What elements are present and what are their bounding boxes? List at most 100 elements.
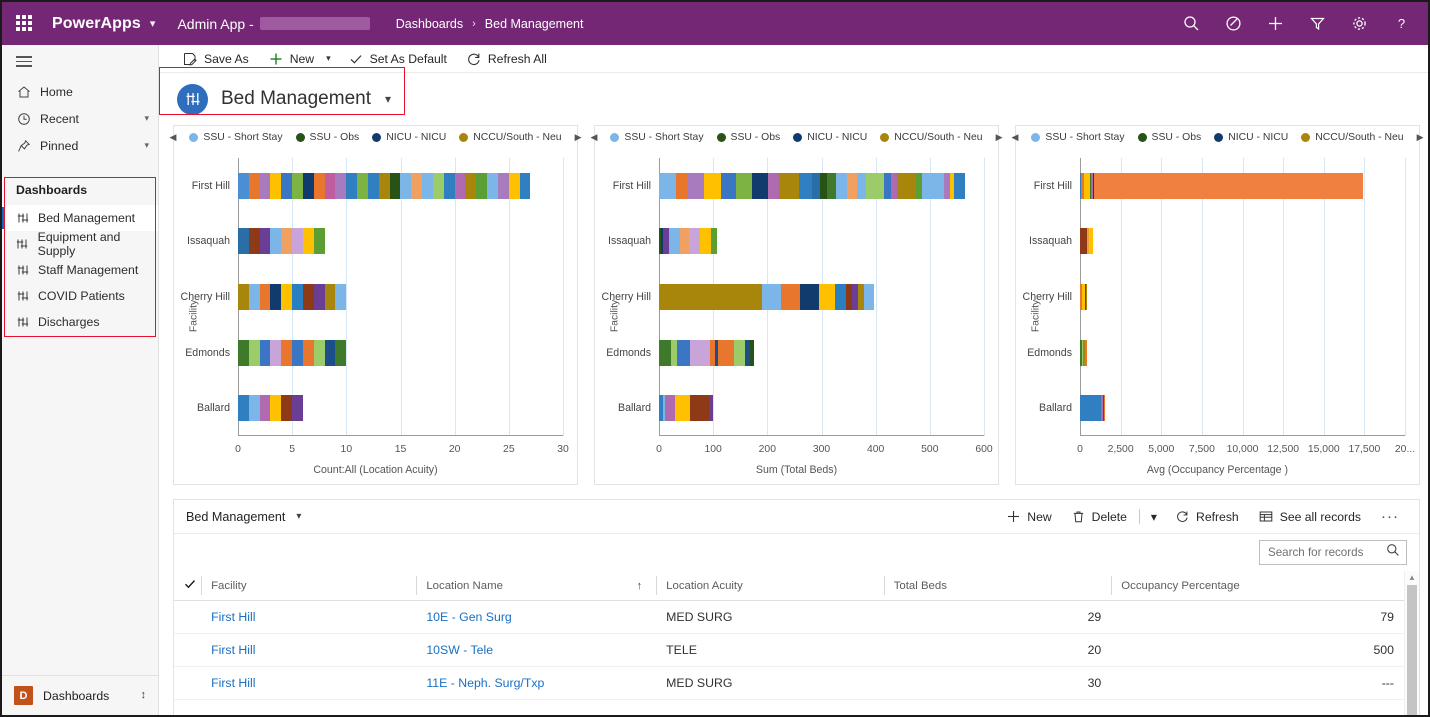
new-button[interactable]: New [259,45,324,73]
chart-bar-segment[interactable] [270,172,282,199]
search-records-box[interactable] [1259,540,1407,565]
cell-facility[interactable]: First Hill [201,633,417,667]
chart-bar-segment[interactable] [847,172,858,199]
chart-bar-segment[interactable] [367,172,379,199]
sidebar-item-equipment-and-supply[interactable]: Equipment and Supply [2,230,158,258]
chart-bar-segment[interactable] [711,228,717,255]
chart-bar-segment[interactable] [818,284,835,310]
chart-bar-segment[interactable] [688,172,704,199]
chart-bar-segment[interactable] [238,395,249,422]
chart-bar-segment[interactable] [238,228,249,255]
grid-view-chevron-down-icon[interactable]: ▾ [296,511,301,522]
set-as-default-button[interactable]: Set As Default [339,45,457,73]
row-checkbox[interactable] [174,600,202,634]
chart-bar-segment[interactable] [703,172,721,199]
chart-bar[interactable]: Cherry Hill [602,284,874,310]
chart-bar-segment[interactable] [270,284,282,310]
chart-bar-segment[interactable] [749,339,754,366]
chart-bar[interactable]: First Hill [1034,172,1363,199]
chart-bar-segment[interactable] [324,339,336,366]
chart-bar-segment[interactable] [302,339,314,366]
chart-bar-segment[interactable] [680,228,690,255]
chart-bar-segment[interactable] [324,284,336,310]
brand-chevron-down-icon[interactable]: ▾ [150,17,156,30]
chart-bar-segment[interactable] [259,395,271,422]
chart-bar-segment[interactable] [238,339,249,366]
legend-next-icon[interactable]: ▶ [996,132,1003,143]
legend-item[interactable]: NICU - NICU [372,132,446,143]
chart-bar-segment[interactable] [248,228,260,255]
chart-bar-segment[interactable] [248,172,260,199]
legend-item[interactable]: SSU - Short Stay [1031,132,1125,143]
scroll-up-icon[interactable]: ▲ [1405,573,1419,583]
chart-bar-segment[interactable] [302,228,314,255]
chart-bar-segment[interactable] [270,339,282,366]
sidebar-item-discharges[interactable]: Discharges [2,309,158,335]
chart-bar-segment[interactable] [819,172,827,199]
chart-bar-segment[interactable] [665,395,676,422]
chart-bar-segment[interactable] [717,339,735,366]
filter-icon[interactable] [1300,7,1334,41]
chart-bar-segment[interactable] [292,284,303,310]
chart-bar-segment[interactable] [675,172,689,199]
chart-bar-segment[interactable] [335,172,347,199]
row-checkbox[interactable] [174,633,202,667]
chart-bar[interactable]: Edmonds [1027,339,1088,366]
chart-bar-segment[interactable] [248,284,260,310]
refresh-all-button[interactable]: Refresh All [457,45,557,73]
chart-bar-segment[interactable] [248,395,260,422]
dashboard-title-selector[interactable]: Bed Management ▾ [159,67,1428,125]
chart-bar[interactable]: First Hill [613,172,965,199]
chart-bar-segment[interactable] [720,172,737,199]
sidebar-item-home[interactable]: Home [2,78,158,105]
chart-bar-segment[interactable] [751,172,769,199]
chart-bar-segment[interactable] [313,284,325,310]
chart-bar-segment[interactable] [736,172,752,199]
legend-item[interactable]: NCCU/South - Neu [880,132,983,143]
chart-bar-segment[interactable] [811,172,820,199]
legend-next-icon[interactable]: ▶ [575,132,582,143]
chart-plot-area[interactable]: Facility First Hill Issaquah Cherry Hill Ed… [174,148,577,484]
chart-bar-segment[interactable] [659,284,762,310]
chevron-down-icon[interactable]: ▾ [144,140,149,151]
legend-item[interactable]: NCCU/South - Neu [459,132,562,143]
cell-location-name[interactable]: 10E - Gen Surg [416,600,657,634]
chart-bar-segment[interactable] [454,172,466,199]
gear-icon[interactable] [1342,7,1376,41]
chart-bar-segment[interactable] [1080,228,1087,255]
chart-bar-segment[interactable] [378,172,390,199]
chart-bar-segment[interactable] [943,172,951,199]
chart-bar-segment[interactable] [866,172,884,199]
chart-bar-segment[interactable] [1089,228,1093,255]
chart-bar-segment[interactable] [690,339,711,366]
chart-bar-segment[interactable] [432,172,444,199]
chart-bar-segment[interactable] [292,228,303,255]
chart-bar-segment[interactable] [357,172,368,199]
chart-bar[interactable]: Cherry Hill [181,284,347,310]
chart-bar[interactable]: Issaquah [1029,228,1093,255]
chart-bar-segment[interactable] [238,172,249,199]
chart-bar-segment[interactable] [864,284,874,310]
chart-plot-area[interactable]: Facility First Hill Issaquah Cherry Hill Ed… [1016,148,1419,484]
search-input[interactable] [1268,546,1386,559]
row-checkbox[interactable] [174,666,202,700]
chart-bar-segment[interactable] [270,228,282,255]
chart-bar-segment[interactable] [799,172,812,199]
chart-bar-segment[interactable] [799,284,819,310]
scrollbar-thumb[interactable] [1407,585,1417,715]
legend-item[interactable]: SSU - Obs [1137,132,1201,143]
chart-bar-segment[interactable] [497,172,509,199]
chart-bar-segment[interactable] [465,172,477,199]
chart-bar-segment[interactable] [857,172,867,199]
chart-bar-segment[interactable] [238,284,249,310]
chart-bar-segment[interactable] [292,339,303,366]
column-header-occupancy-percentage[interactable]: Occupancy Percentage [1111,571,1404,601]
grid-new-button[interactable]: New [997,502,1061,532]
chart-bar[interactable]: Ballard [1039,395,1106,422]
legend-prev-icon[interactable]: ◀ [1012,132,1019,143]
chart-bar-segment[interactable] [302,172,314,199]
table-row[interactable]: First Hill 10E - Gen Surg MED SURG 29 79 [174,600,1404,634]
chart-bar-segment[interactable] [281,284,293,310]
grid-vertical-scrollbar[interactable]: ▲ [1404,571,1419,715]
chart-bar-segment[interactable] [659,339,671,366]
